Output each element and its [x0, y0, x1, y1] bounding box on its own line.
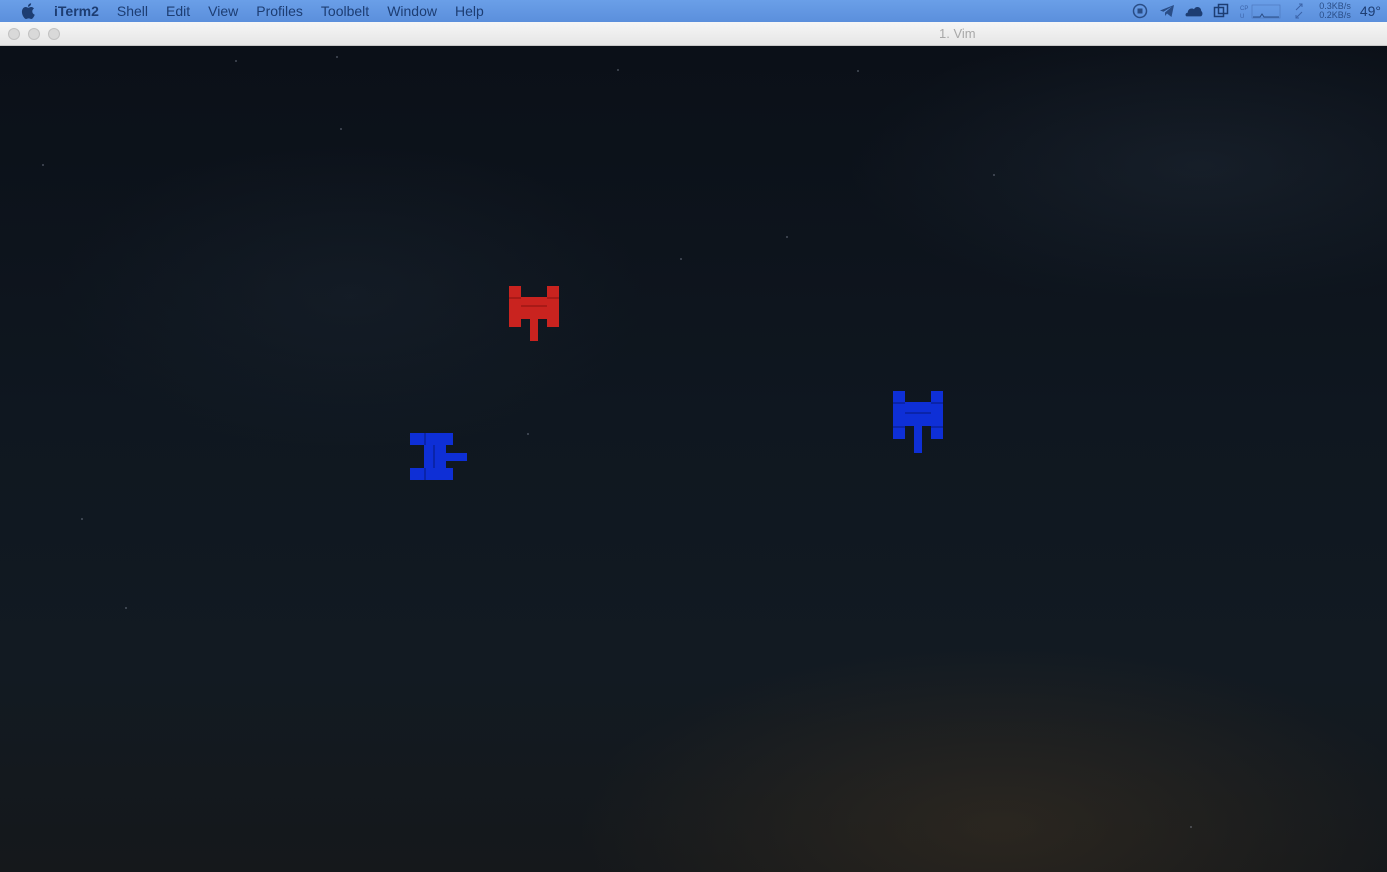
star — [1190, 826, 1192, 828]
star — [993, 174, 995, 176]
net-download: 0.2KB/s — [1319, 10, 1351, 20]
star — [125, 607, 127, 609]
star — [786, 236, 788, 238]
menu-profiles[interactable]: Profiles — [247, 0, 312, 22]
apple-logo-icon[interactable] — [20, 3, 36, 19]
status-area: CP U 0.3KB/s 0.2KB/s 49° — [1131, 0, 1381, 22]
enemy-tank-2 — [893, 391, 943, 453]
terminal-game-area[interactable] — [0, 46, 1387, 872]
expand-arrows-icon[interactable] — [1294, 3, 1304, 19]
menu-edit[interactable]: Edit — [157, 0, 199, 22]
svg-text:U: U — [1240, 14, 1244, 19]
cloud-icon[interactable] — [1185, 3, 1203, 19]
star — [527, 433, 529, 435]
menu-shell[interactable]: Shell — [108, 0, 157, 22]
menu-view[interactable]: View — [199, 0, 247, 22]
star — [857, 70, 859, 72]
menu-toolbelt[interactable]: Toolbelt — [312, 0, 378, 22]
monitor-graph-icon[interactable]: CP U — [1239, 3, 1285, 19]
menu-help[interactable]: Help — [446, 0, 493, 22]
record-icon[interactable] — [1131, 3, 1149, 19]
star — [336, 56, 338, 58]
star — [340, 128, 342, 130]
network-speed: 0.3KB/s 0.2KB/s — [1319, 2, 1351, 20]
star — [617, 69, 619, 71]
menu-bar: iTerm2 Shell Edit View Profiles Toolbelt… — [0, 0, 1387, 22]
svg-text:CP: CP — [1240, 6, 1248, 12]
temperature: 49° — [1359, 3, 1381, 19]
window-stack-icon[interactable] — [1212, 3, 1230, 19]
menu-window[interactable]: Window — [378, 0, 446, 22]
window-title: 1. Vim — [939, 26, 976, 41]
menu-app-name[interactable]: iTerm2 — [54, 0, 108, 22]
player-tank — [509, 286, 559, 341]
telegram-icon[interactable] — [1158, 3, 1176, 19]
star — [42, 164, 44, 166]
window-title-bar: 1. Vim — [0, 22, 1387, 46]
star — [235, 60, 237, 62]
enemy-tank-1 — [410, 433, 467, 480]
star — [81, 518, 83, 520]
star — [680, 258, 682, 260]
